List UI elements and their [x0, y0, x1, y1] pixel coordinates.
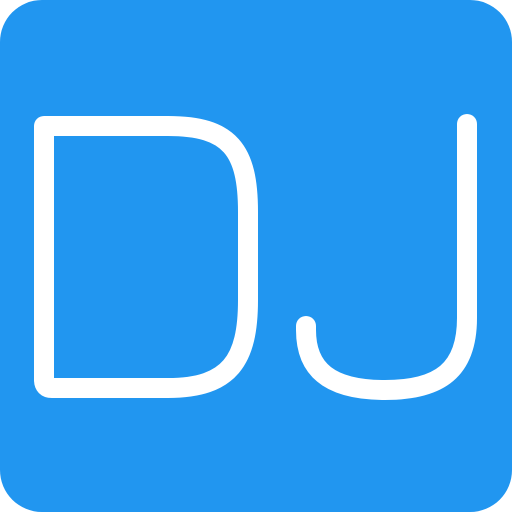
letter-j-glyph: [296, 114, 477, 400]
monogram-logo: [34, 114, 477, 400]
app-icon-tile: DJ: [0, 0, 512, 512]
letter-d-glyph: [34, 116, 258, 398]
